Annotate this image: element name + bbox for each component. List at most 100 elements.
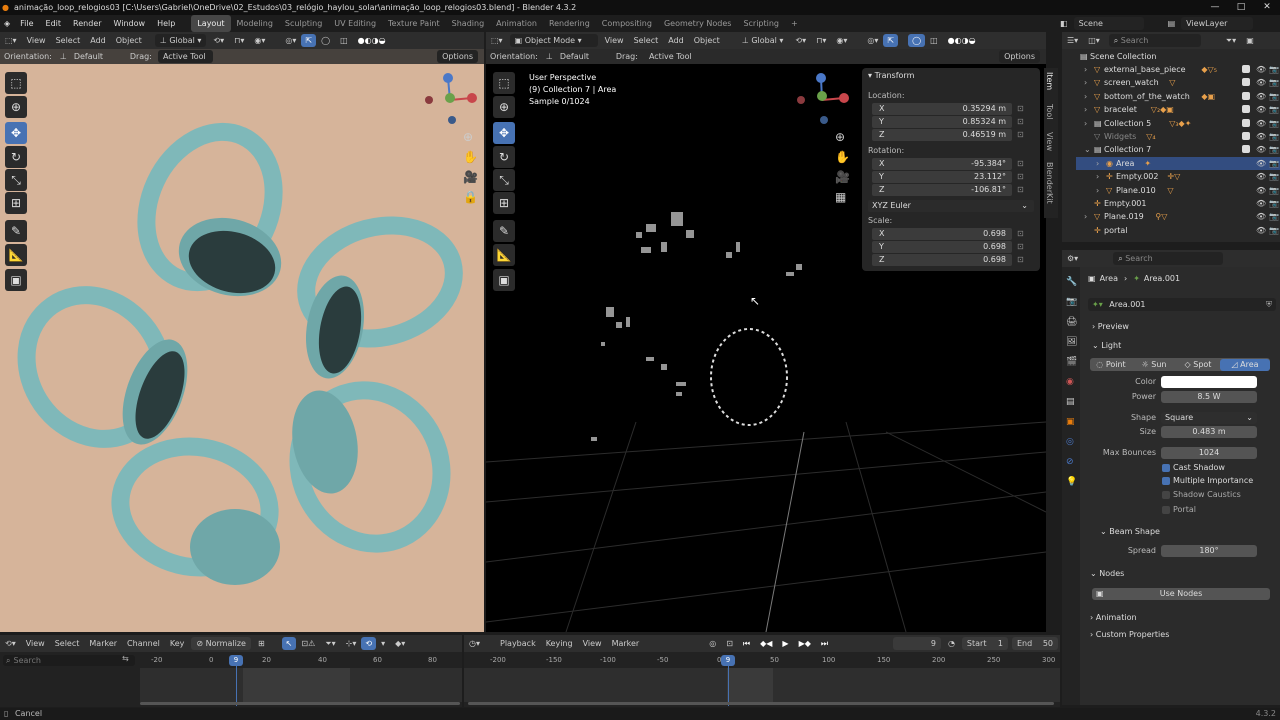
gizmo-toggle[interactable]: ⇱	[883, 34, 899, 47]
xray-icon[interactable]: ◫	[925, 32, 943, 49]
jump-end-icon[interactable]: ⏭	[816, 635, 833, 652]
outliner-search-input[interactable]: ⌕ Search	[1108, 34, 1201, 47]
render-camera-icon[interactable]: 📷	[1269, 117, 1279, 130]
scale-x-field[interactable]: X 0.698	[872, 228, 1012, 240]
zoom-icon[interactable]: ⊕	[835, 130, 845, 144]
maximize-button[interactable]: □	[1228, 0, 1254, 15]
minimize-button[interactable]: —	[1202, 0, 1228, 15]
lock-icon[interactable]: ⊡	[1017, 229, 1024, 238]
auto-merge-icon[interactable]: ▾	[376, 635, 390, 652]
dopesheet-editor-icon[interactable]: ⟲▾	[0, 635, 21, 652]
add-workspace-button[interactable]: +	[785, 15, 804, 32]
menu-window[interactable]: Window	[108, 15, 152, 32]
pivot-icon[interactable]: ⟲▾	[208, 32, 229, 49]
exclude-checkbox[interactable]	[1242, 118, 1250, 127]
move-tool[interactable]: ✥	[493, 122, 515, 144]
outliner-item[interactable]: › ▽ Plane.019 ⚲▽ 👁 📷	[1076, 210, 1280, 223]
panel-animation[interactable]: › Animation	[1090, 613, 1137, 622]
timeline-menu-playback[interactable]: Playback	[495, 635, 541, 652]
measure-tool[interactable]: 📐	[493, 244, 515, 266]
exclude-checkbox[interactable]	[1242, 78, 1250, 87]
right-menu-select[interactable]: Select	[629, 32, 664, 49]
render-camera-icon[interactable]: 📷	[1269, 103, 1279, 116]
jump-start-icon[interactable]: ⏮	[738, 635, 755, 652]
display-mode-icon[interactable]: ◫▾	[1083, 32, 1105, 49]
outliner-item[interactable]: › ▽ external_base_piece ◆▽₅ 👁 📷	[1076, 63, 1280, 76]
next-key-icon[interactable]: ▶◆	[794, 635, 816, 652]
tab-texture-paint[interactable]: Texture Paint	[382, 15, 446, 32]
visibility-eye-icon[interactable]: 👁	[1256, 63, 1266, 76]
rotation-z-field[interactable]: Z -106.81°	[872, 184, 1012, 196]
tab-geometry-nodes[interactable]: Geometry Nodes	[658, 15, 737, 32]
only-selected-toggle[interactable]: ↖	[281, 637, 297, 650]
outliner-item[interactable]: ▽ Widgets ▽₄ 👁 📷	[1076, 130, 1280, 143]
snap-icon[interactable]: ⊹▾	[341, 635, 362, 652]
outliner-item[interactable]: › ▽ screen_watch ▽ 👁 📷	[1076, 76, 1280, 89]
timeline-menu-marker[interactable]: Marker	[607, 635, 645, 652]
visibility-eye-icon[interactable]: 👁	[1256, 197, 1266, 210]
disclosure-arrow-icon[interactable]: ›	[1096, 157, 1099, 170]
tab-item[interactable]: Item	[1045, 72, 1054, 90]
filter-icon[interactable]: ⏷▾	[1221, 32, 1241, 49]
left-drag-dropdown[interactable]: Active Tool	[157, 50, 213, 63]
play-icon[interactable]: ▶	[777, 635, 793, 652]
portal-checkbox[interactable]	[1162, 506, 1170, 514]
disclosure-arrow-icon[interactable]: ›	[1096, 184, 1099, 197]
scene-selector[interactable]: Scene	[1073, 17, 1144, 30]
proportional-icon[interactable]: ◉▾	[831, 32, 852, 49]
snap-icon[interactable]: ⊓▾	[229, 32, 249, 49]
visibility-eye-icon[interactable]: 👁	[1256, 184, 1266, 197]
visibility-eye-icon[interactable]: 👁	[1256, 170, 1266, 183]
tab-tool[interactable]: Tool	[1045, 104, 1054, 120]
location-y-field[interactable]: Y 0.85324 m	[872, 116, 1012, 128]
overlay-icon[interactable]: ◯	[316, 32, 335, 49]
outliner-scene-collection[interactable]: ▤ Scene Collection	[1076, 50, 1280, 63]
tab-sculpting[interactable]: Sculpting	[279, 15, 328, 32]
dopesheet-menu-key[interactable]: Key	[165, 635, 190, 652]
rotation-y-field[interactable]: Y 23.112°	[872, 171, 1012, 183]
cast-shadow-checkbox[interactable]	[1162, 464, 1170, 472]
tab-modeling[interactable]: Modeling	[231, 15, 279, 32]
visibility-eye-icon[interactable]: 👁	[1256, 90, 1266, 103]
outliner-item[interactable]: › ▤ Collection 5 ▽₃◆✦ 👁 📷	[1076, 117, 1280, 130]
visibility-eye-icon[interactable]: 👁	[1256, 130, 1266, 143]
light-datablock-field[interactable]: ✦▾ Area.001 ⛨	[1088, 298, 1276, 311]
camera-icon[interactable]: 🎥	[835, 170, 850, 184]
outliner-item[interactable]: › ◉ Area ✦ 👁 📷	[1076, 156, 1280, 170]
disclosure-arrow-icon[interactable]: ›	[1096, 170, 1099, 183]
prev-key-icon[interactable]: ◆◀	[755, 635, 777, 652]
ghost-icon[interactable]: ⊡⚠	[296, 635, 320, 652]
render-camera-icon[interactable]: 📷	[1269, 63, 1279, 76]
select-box-tool[interactable]: ⬚	[5, 72, 27, 94]
left-tool-orientation-dropdown[interactable]: Default	[69, 50, 124, 63]
physics-tab-icon[interactable]: ◎	[1066, 432, 1078, 452]
dopesheet-menu-channel[interactable]: Channel	[122, 635, 165, 652]
visibility-eye-icon[interactable]: 👁	[1256, 224, 1266, 237]
visibility-eye-icon[interactable]: 👁	[1256, 103, 1266, 116]
snap-icon[interactable]: ⊓▾	[811, 32, 831, 49]
scene-tab-icon[interactable]: 🎬	[1066, 352, 1078, 372]
menu-file[interactable]: File	[14, 15, 39, 32]
outliner-item[interactable]: ✛ portal 👁 📷	[1076, 224, 1280, 237]
exclude-checkbox[interactable]	[1242, 105, 1250, 114]
rotation-x-field[interactable]: X -95.384°	[872, 158, 1012, 170]
fake-user-icon[interactable]: ⛨	[1266, 298, 1272, 311]
tab-shading[interactable]: Shading	[446, 15, 491, 32]
xray-icon[interactable]: ◫	[335, 32, 353, 49]
add-cube-tool[interactable]: ▣	[493, 269, 515, 291]
outliner-editor-icon[interactable]: ☰▾	[1062, 32, 1083, 49]
exclude-checkbox[interactable]	[1242, 132, 1250, 140]
disclosure-arrow-icon[interactable]: ›	[1084, 76, 1087, 89]
lock-icon[interactable]: ⊡	[1017, 242, 1024, 251]
timeline-menu-keying[interactable]: Keying	[541, 635, 578, 652]
world-tab-icon[interactable]: ◉	[1066, 372, 1078, 392]
tab-scripting[interactable]: Scripting	[737, 15, 785, 32]
right-menu-view[interactable]: View	[600, 32, 629, 49]
right-options-button[interactable]: Options	[999, 50, 1040, 63]
multiple-importance-checkbox[interactable]	[1162, 477, 1170, 485]
panel-preview[interactable]: › Preview	[1092, 322, 1129, 331]
light-type-spot[interactable]: ◇ Spot	[1176, 359, 1220, 371]
transform-header[interactable]: ▾ Transform	[868, 71, 914, 80]
tab-rendering[interactable]: Rendering	[543, 15, 596, 32]
light-type-area[interactable]: ◿ Area	[1220, 358, 1270, 371]
